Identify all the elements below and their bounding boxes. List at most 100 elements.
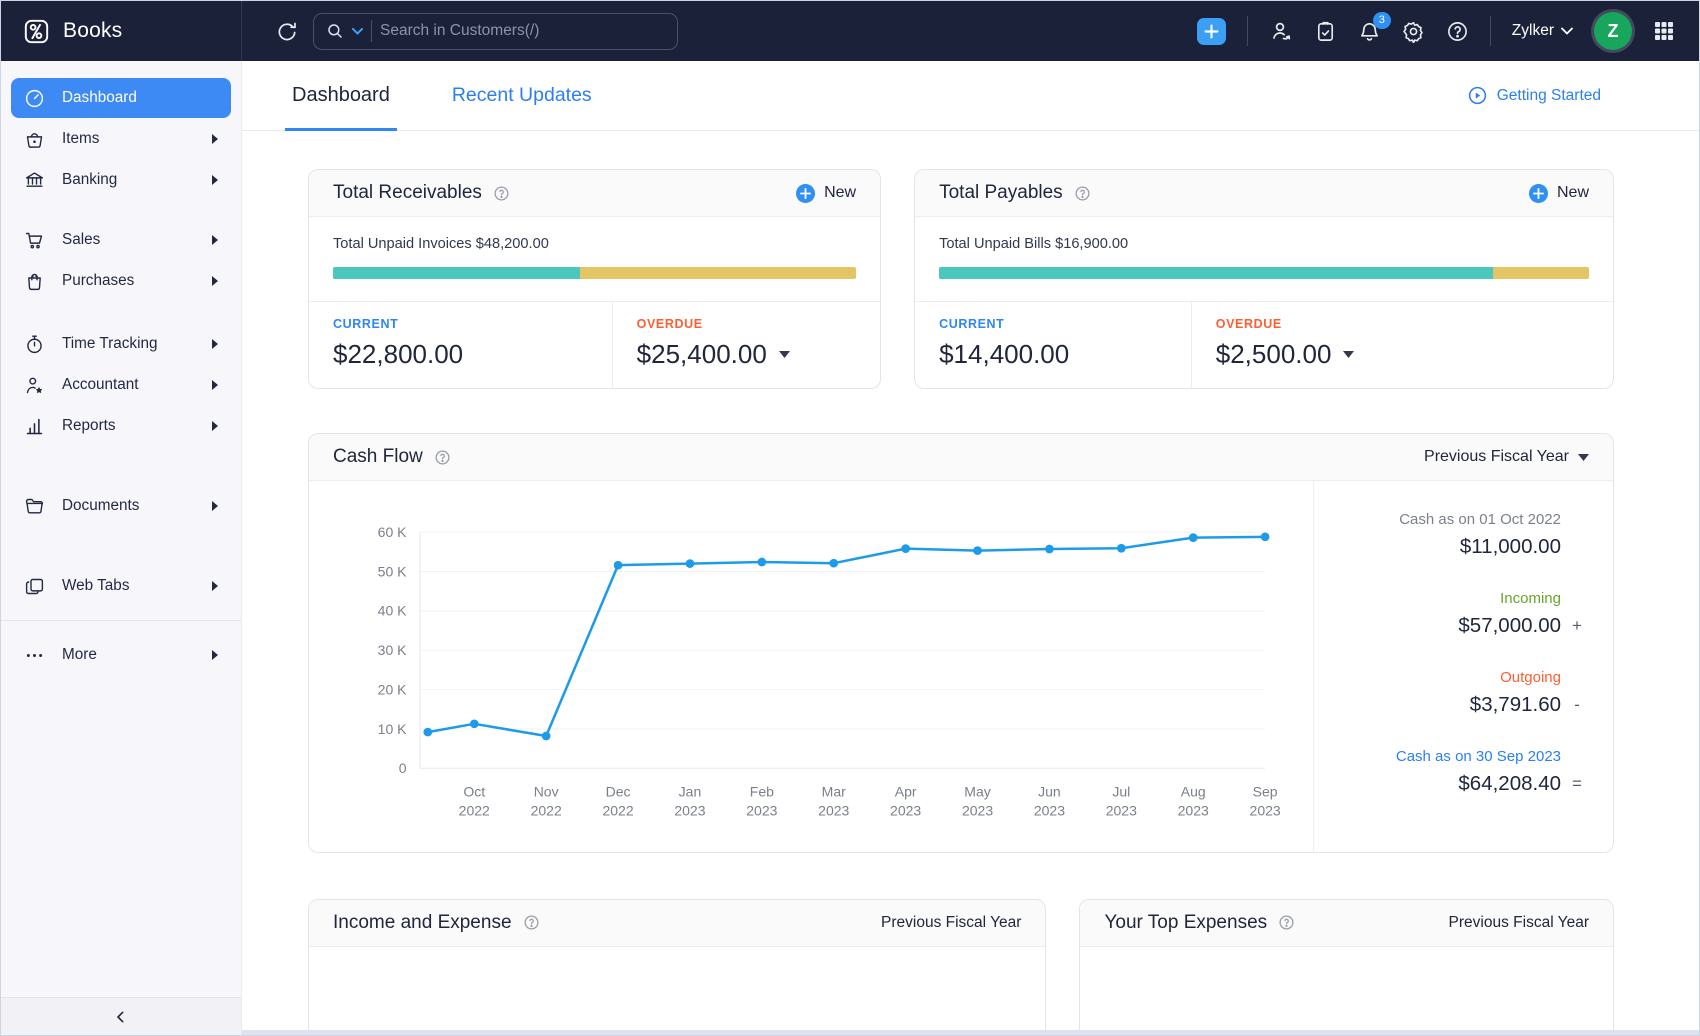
- card-header: Total Payables New: [915, 170, 1613, 217]
- search-icon: [326, 22, 344, 40]
- period-label: Previous Fiscal Year: [1424, 448, 1569, 465]
- svg-text:May2023: May 2023: [962, 783, 993, 818]
- card-header: Total Receivables New: [309, 170, 881, 217]
- search-scope-chevron-icon[interactable]: [352, 27, 363, 35]
- new-button-label: New: [824, 184, 857, 201]
- clipboard-check-icon[interactable]: [1314, 20, 1337, 43]
- minus-operator: -: [1574, 695, 1580, 714]
- topbar-divider: [1246, 16, 1248, 46]
- apps-grid-icon[interactable]: [1653, 20, 1675, 42]
- sidebar-item-items[interactable]: Items: [11, 119, 231, 159]
- chevron-right-icon: [211, 276, 218, 286]
- help-circle-icon[interactable]: [493, 185, 510, 202]
- getting-started-link[interactable]: Getting Started: [1467, 61, 1601, 130]
- plus-icon: [1528, 183, 1548, 203]
- help-icon[interactable]: [1446, 20, 1469, 43]
- outgoing-value: $3,791.60: [1469, 693, 1561, 716]
- svg-text:Aug2023: Aug 2023: [1178, 783, 1209, 818]
- sidebar-item-more[interactable]: More: [11, 635, 231, 675]
- fiscal-year-selector[interactable]: Previous Fiscal Year: [1449, 914, 1589, 932]
- cash-flow-body: 0 10 K 20 K 30 K 40 K 50 K 60 K Oct 2022 Nov 2022 D…: [309, 481, 1613, 852]
- sidebar-item-accountant[interactable]: Accountant: [11, 365, 231, 405]
- recent-history-icon[interactable]: [276, 20, 299, 43]
- svg-text:Sep2023: Sep 2023: [1250, 783, 1281, 818]
- basket-icon: [26, 132, 43, 148]
- current-column: CURRENT $22,800.00: [309, 302, 612, 388]
- app-title: Books: [63, 19, 123, 42]
- ellipsis-icon: [26, 653, 43, 657]
- fiscal-year-selector[interactable]: Previous Fiscal Year: [881, 914, 1021, 932]
- bar-chart-icon: [26, 418, 43, 434]
- settings-gear-icon[interactable]: [1402, 20, 1425, 43]
- sidebar-item-web-tabs[interactable]: Web Tabs: [11, 566, 231, 606]
- play-circle-icon: [1467, 85, 1488, 106]
- stat-cards-row: Total Receivables New Total Unpaid Invoi…: [308, 169, 1614, 389]
- org-name: Zylker: [1511, 22, 1554, 39]
- income-expense-card: Income and Expense Previous Fiscal Year: [308, 898, 1047, 1035]
- books-logo-icon: [23, 18, 50, 45]
- sidebar-collapse-button[interactable]: [1, 997, 241, 1035]
- card-header: Income and Expense Previous Fiscal Year: [309, 899, 1046, 947]
- overdue-dropdown-caret[interactable]: [1343, 351, 1355, 358]
- tab-dashboard[interactable]: Dashboard: [285, 61, 397, 131]
- sidebar-item-purchases[interactable]: Purchases: [11, 261, 231, 301]
- closing-balance-value: $64,208.40: [1458, 772, 1561, 795]
- closing-balance-link[interactable]: Cash as on 30 Sep 2023: [1340, 748, 1561, 765]
- payables-progress-bar: [939, 267, 1589, 279]
- top-expenses-card: Your Top Expenses Previous Fiscal Year: [1079, 898, 1614, 1035]
- incoming-value: $57,000.00: [1458, 614, 1561, 637]
- user-avatar[interactable]: Z: [1594, 12, 1632, 50]
- page-tabs: Dashboard Recent Updates Getting Started: [242, 61, 1699, 131]
- sidebar-item-reports[interactable]: Reports: [11, 406, 231, 446]
- card-header: Cash Flow Previous Fiscal Year: [309, 434, 1613, 481]
- current-value: $14,400.00: [939, 339, 1070, 369]
- incoming-label: Incoming: [1500, 590, 1561, 607]
- tab-recent-updates[interactable]: Recent Updates: [445, 61, 599, 130]
- help-circle-icon[interactable]: [523, 914, 540, 931]
- search-input[interactable]: [380, 22, 665, 40]
- chevron-down-icon: [1578, 453, 1589, 461]
- bank-icon: [25, 171, 44, 187]
- new-invoice-button[interactable]: New: [796, 183, 857, 203]
- plus-icon: [796, 183, 816, 203]
- card-body: Total Unpaid Invoices $48,200.00: [309, 217, 881, 302]
- cash-flow-chart-area: 0 10 K 20 K 30 K 40 K 50 K 60 K Oct 2022 Nov 2022 D…: [309, 481, 1313, 852]
- svg-text:Feb2023: Feb 2023: [746, 783, 777, 818]
- incoming-entry: Incoming $57,000.00 +: [1340, 590, 1587, 638]
- chevron-right-icon: [211, 650, 218, 660]
- card-title: Your Top Expenses: [1104, 911, 1268, 933]
- sidebar-item-label: Time Tracking: [62, 335, 158, 352]
- global-search: [313, 12, 678, 50]
- referrals-icon[interactable]: [1269, 19, 1293, 43]
- plus-icon: [1204, 24, 1219, 39]
- sidebar-item-banking[interactable]: Banking: [11, 160, 231, 200]
- receivables-progress-bar: [333, 267, 857, 279]
- svg-text:Jul2023: Jul 2023: [1106, 783, 1137, 818]
- sidebar-item-dashboard[interactable]: Dashboard: [11, 78, 231, 118]
- fiscal-year-selector[interactable]: Previous Fiscal Year: [1424, 448, 1589, 466]
- help-circle-icon[interactable]: [1074, 185, 1091, 202]
- sidebar-item-documents[interactable]: Documents: [11, 486, 231, 526]
- sidebar-item-sales[interactable]: Sales: [11, 220, 231, 260]
- outgoing-entry: Outgoing $3,791.60-: [1340, 669, 1587, 717]
- sidebar-item-label: Purchases: [62, 272, 135, 289]
- search-divider: [371, 20, 372, 42]
- opening-balance-label: Cash as on 01 Oct 2022: [1399, 511, 1561, 528]
- sidebar-item-label: Banking: [62, 171, 118, 188]
- help-circle-icon[interactable]: [1278, 914, 1295, 931]
- quick-create-button[interactable]: [1196, 17, 1226, 45]
- person-star-icon: [26, 377, 43, 393]
- overdue-dropdown-caret[interactable]: [778, 351, 790, 358]
- closing-balance-entry: Cash as on 30 Sep 2023 $64,208.40 =: [1340, 748, 1587, 796]
- chevron-right-icon: [211, 175, 218, 185]
- stopwatch-icon: [27, 334, 42, 353]
- cashflow-chart[interactable]: 0 10 K 20 K 30 K 40 K 50 K 60 K Oct 2022 Nov 2022 D…: [331, 505, 1299, 846]
- new-bill-button[interactable]: New: [1528, 183, 1589, 203]
- sidebar-item-time-tracking[interactable]: Time Tracking: [11, 324, 231, 364]
- speedometer-icon: [25, 89, 44, 107]
- svg-text:0: 0: [399, 760, 407, 776]
- chevron-right-icon: [211, 134, 218, 144]
- help-circle-icon[interactable]: [434, 449, 451, 466]
- unpaid-summary: Total Unpaid Bills $16,900.00: [939, 236, 1129, 252]
- org-selector[interactable]: Zylker: [1512, 22, 1573, 40]
